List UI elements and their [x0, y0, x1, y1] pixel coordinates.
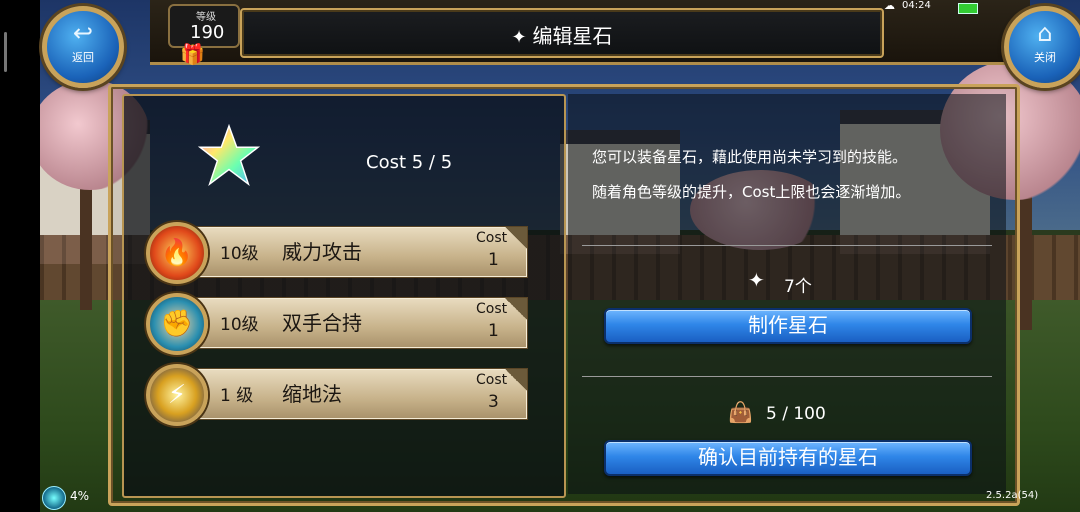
close-button[interactable]: ⌂ 关闭: [1004, 6, 1080, 88]
fire-icon: 🔥: [146, 222, 208, 284]
dash-icon: ⚡: [146, 364, 208, 426]
star-stone-icon: ✦: [511, 27, 527, 48]
back-button-label: 返回: [72, 51, 94, 64]
info-text-line: 您可以装备星石，藉此使用尚未学习到的技能。: [592, 148, 908, 166]
divider: [582, 376, 992, 377]
clock-time: 04:24: [902, 0, 931, 11]
skill-name: 威力攻击: [282, 240, 362, 264]
battery-icon: [958, 3, 978, 14]
bag-count: 5 / 100: [766, 404, 826, 424]
skill-cost-label: Cost: [476, 372, 508, 388]
skill-row[interactable]: ⚡ 1 级 缩地法 Cost 3: [146, 364, 528, 426]
skill-cost-label: Cost: [476, 230, 508, 246]
bag-icon: 👜: [728, 400, 753, 424]
cloud-icon: ☁: [884, 0, 895, 12]
star-stone-icon: ✦: [748, 268, 765, 292]
skill-level: 10级: [220, 315, 259, 335]
edge-handle: [4, 32, 7, 72]
craft-stone-button[interactable]: 制作星石: [604, 308, 972, 344]
title-box: ✦ 编辑星石: [240, 8, 884, 58]
cost-total: Cost 5 / 5: [366, 152, 453, 173]
skill-level: 1 级: [220, 386, 254, 406]
version-text: 2.5.2a(54): [986, 490, 1039, 501]
page-title: ✦ 编辑星石: [242, 20, 882, 49]
skill-cost-value: 1: [488, 250, 499, 270]
tree-trunk: [80, 170, 92, 310]
info-text-line: 随着角色等级的提升，Cost上限也会逐渐增加。: [592, 183, 911, 201]
skill-name: 双手合持: [282, 311, 362, 335]
confirm-owned-stones-button[interactable]: 确认目前持有的星石: [604, 440, 972, 476]
back-arrow-icon: ↩: [72, 19, 94, 47]
gift-icon[interactable]: 🎁: [180, 42, 206, 66]
bottom-status: 4%: [42, 486, 102, 510]
close-button-label: 关闭: [1034, 51, 1056, 64]
skill-cost-value: 1: [488, 321, 499, 341]
level-value: 190: [190, 22, 225, 43]
level-label: 等级: [196, 12, 216, 23]
divider: [582, 245, 992, 246]
page-title-text: 编辑星石: [532, 24, 613, 48]
skill-row[interactable]: 🔥 10级 威力攻击 Cost 1: [146, 222, 528, 284]
screen-left-edge: [0, 0, 40, 512]
fist-icon: ✊: [146, 293, 208, 355]
percent-text: 4%: [70, 489, 90, 503]
skill-cost-label: Cost: [476, 301, 508, 317]
star-stone-icon: [198, 124, 260, 186]
home-icon: ⌂: [1037, 19, 1053, 47]
skill-row[interactable]: ✊ 10级 双手合持 Cost 1: [146, 293, 528, 355]
skill-cost-value: 3: [488, 392, 499, 412]
skill-name: 缩地法: [282, 382, 342, 406]
skill-level: 10级: [220, 244, 259, 264]
stone-count: 7个: [784, 277, 812, 297]
back-button[interactable]: ↩ 返回: [42, 6, 124, 88]
orb-icon: [42, 486, 66, 510]
